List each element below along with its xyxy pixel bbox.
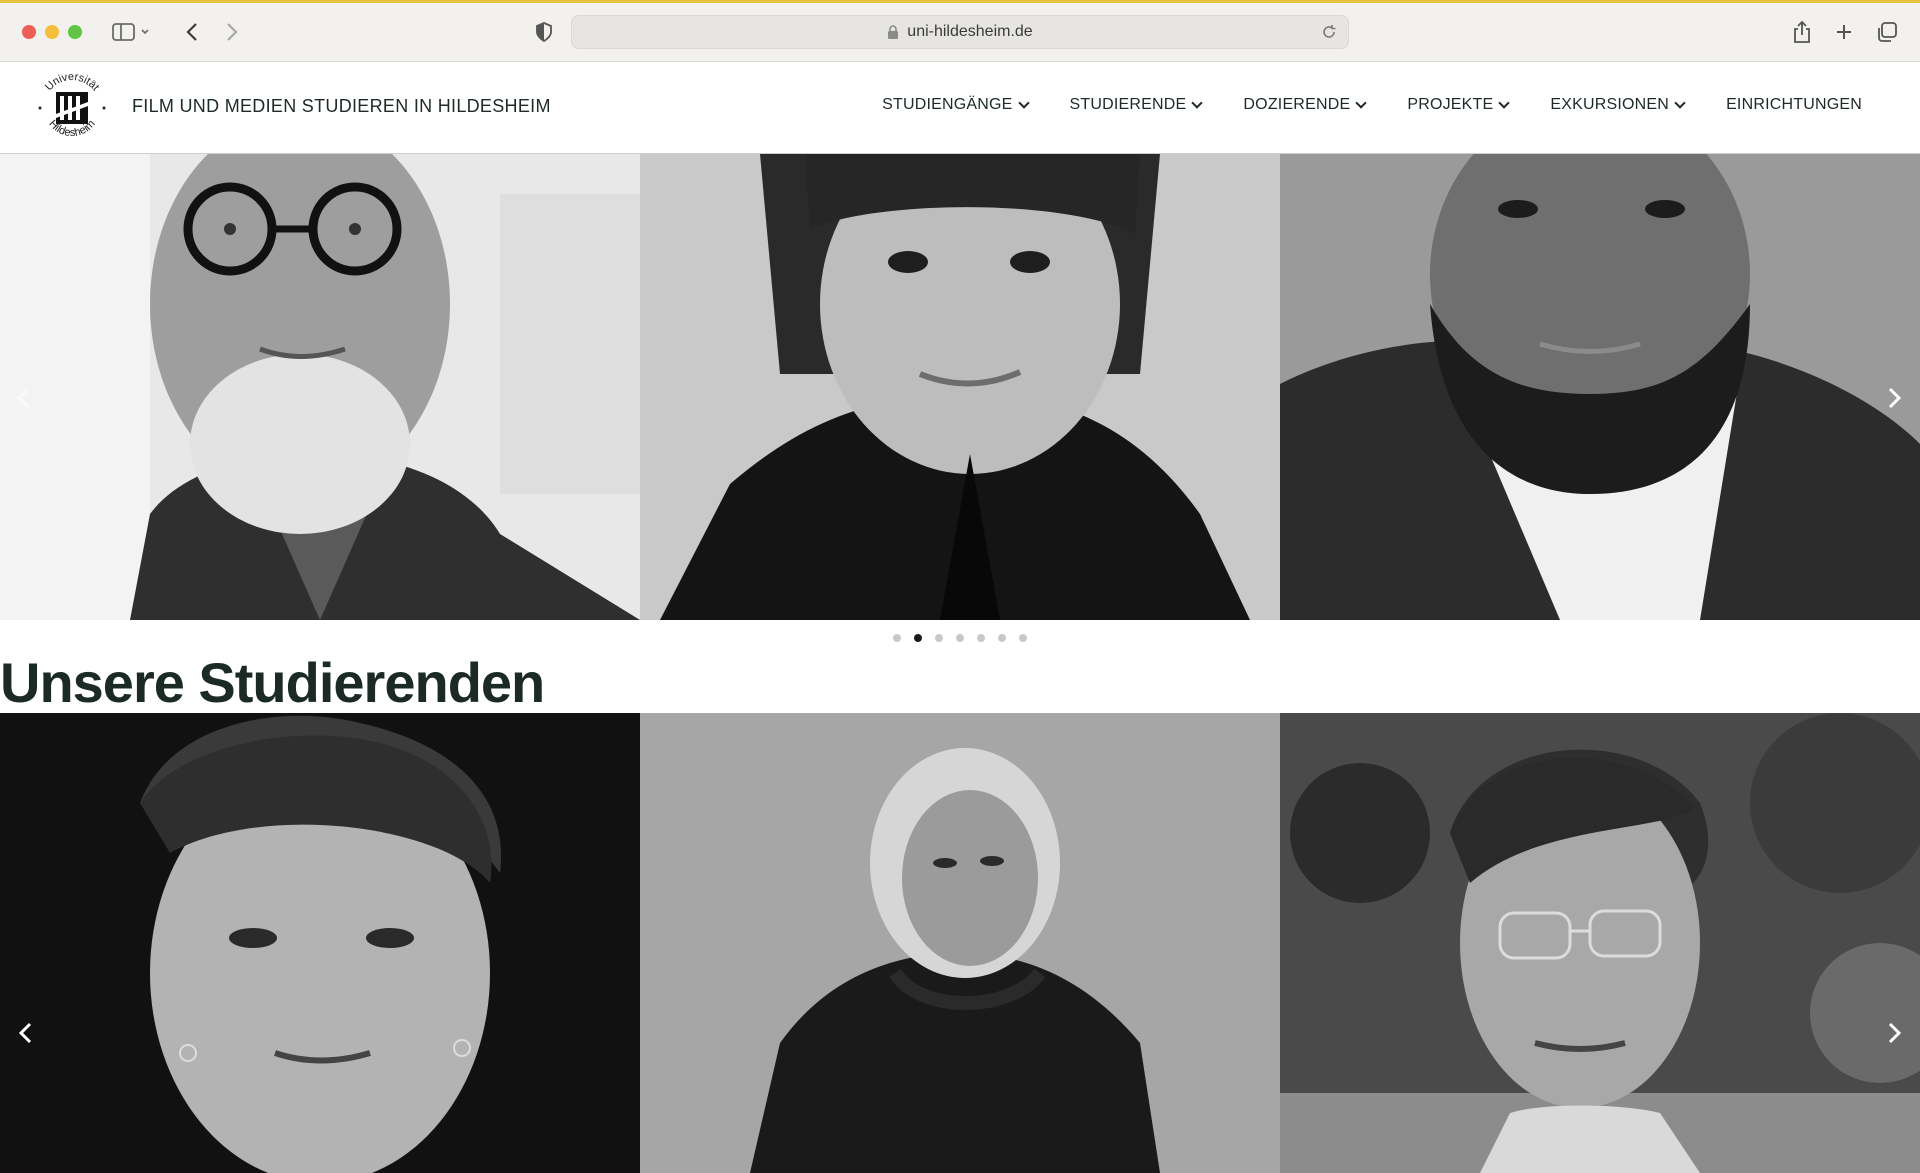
tab-overview-icon bbox=[1878, 22, 1897, 42]
students-carousel bbox=[0, 713, 1920, 1173]
chevron-left-icon bbox=[186, 23, 197, 41]
university-logo[interactable]: Universität Hildesheim bbox=[32, 68, 112, 148]
main-navigation: STUDIENGÄNGE STUDIERENDE DOZIERENDE PROJ… bbox=[882, 96, 1862, 114]
nav-label: DOZIERENDE bbox=[1243, 96, 1351, 113]
tab-overview-button[interactable] bbox=[1874, 19, 1900, 45]
site-header: Universität Hildesheim FILM UND MEDIEN S… bbox=[0, 62, 1920, 154]
sidebar-toggle-button[interactable] bbox=[110, 19, 154, 45]
carousel-indicator-7[interactable] bbox=[1019, 634, 1027, 642]
chevron-right-icon bbox=[1888, 387, 1902, 409]
reload-icon[interactable] bbox=[1320, 23, 1338, 41]
minimize-window-button[interactable] bbox=[45, 25, 59, 39]
lecturer-slide-2[interactable] bbox=[640, 154, 1280, 620]
address-bar[interactable]: uni-hildesheim.de bbox=[571, 15, 1349, 49]
share-button[interactable] bbox=[1790, 19, 1814, 45]
university-seal-icon: Universität Hildesheim bbox=[34, 70, 110, 146]
nav-item-exkursionen[interactable]: EXKURSIONEN bbox=[1550, 96, 1686, 114]
nav-item-studiengaenge[interactable]: STUDIENGÄNGE bbox=[882, 96, 1030, 114]
portrait-older-man-glasses-beard bbox=[0, 154, 640, 620]
lecturer-slide-1[interactable] bbox=[0, 154, 640, 620]
students-next-arrow[interactable] bbox=[1882, 1021, 1906, 1045]
lecturers-carousel bbox=[0, 154, 1920, 620]
carousel-indicator-1[interactable] bbox=[893, 634, 901, 642]
chevron-right-icon bbox=[1888, 1022, 1902, 1044]
back-button[interactable] bbox=[180, 19, 204, 45]
lecturer-slide-3[interactable] bbox=[1280, 154, 1920, 620]
privacy-report-button[interactable] bbox=[532, 19, 556, 45]
new-tab-button[interactable] bbox=[1832, 19, 1856, 45]
chevron-down-icon bbox=[1191, 96, 1204, 109]
portrait-man-beard-suit bbox=[1280, 154, 1920, 620]
carousel-indicator-2[interactable] bbox=[914, 634, 922, 642]
nav-item-projekte[interactable]: PROJEKTE bbox=[1407, 96, 1511, 114]
lecturers-carousel-indicators bbox=[0, 634, 1920, 642]
nav-label: STUDIERENDE bbox=[1069, 96, 1187, 113]
carousel-indicator-4[interactable] bbox=[956, 634, 964, 642]
portrait-young-woman-hoodie bbox=[640, 713, 1280, 1173]
students-prev-arrow[interactable] bbox=[14, 1021, 38, 1045]
portrait-young-man-earrings bbox=[0, 713, 640, 1173]
nav-item-einrichtungen[interactable]: EINRICHTUNGEN bbox=[1726, 96, 1862, 114]
nav-label: EXKURSIONEN bbox=[1550, 96, 1670, 113]
window-controls bbox=[22, 25, 82, 39]
sidebar-icon bbox=[112, 23, 149, 41]
student-slide-3[interactable] bbox=[1280, 713, 1920, 1173]
lecturers-prev-arrow[interactable] bbox=[12, 386, 36, 410]
chevron-down-icon bbox=[1355, 96, 1367, 109]
lecturers-next-arrow[interactable] bbox=[1882, 386, 1906, 410]
forward-button[interactable] bbox=[220, 19, 244, 45]
shield-icon bbox=[536, 22, 552, 42]
chevron-down-icon bbox=[1498, 96, 1511, 109]
nav-label: EINRICHTUNGEN bbox=[1726, 96, 1862, 113]
nav-label: STUDIENGÄNGE bbox=[882, 96, 1013, 113]
nav-item-dozierende[interactable]: DOZIERENDE bbox=[1243, 96, 1367, 114]
share-icon bbox=[1794, 20, 1810, 43]
chevron-left-icon bbox=[18, 1022, 32, 1044]
carousel-indicator-5[interactable] bbox=[977, 634, 985, 642]
plus-icon bbox=[1837, 25, 1851, 39]
portrait-woman-bangs bbox=[640, 154, 1280, 620]
chevron-down-icon bbox=[1674, 96, 1686, 109]
site-title[interactable]: FILM UND MEDIEN STUDIEREN IN HILDESHEIM bbox=[132, 96, 551, 117]
portrait-young-man-glasses bbox=[1280, 713, 1920, 1173]
nav-label: PROJEKTE bbox=[1407, 96, 1494, 113]
carousel-indicator-3[interactable] bbox=[935, 634, 943, 642]
url-text: uni-hildesheim.de bbox=[907, 23, 1033, 40]
close-window-button[interactable] bbox=[22, 25, 36, 39]
nav-item-studierende[interactable]: STUDIERENDE bbox=[1069, 96, 1204, 114]
chevron-right-icon bbox=[227, 23, 238, 41]
chevron-left-icon bbox=[16, 387, 30, 409]
maximize-window-button[interactable] bbox=[68, 25, 82, 39]
lock-icon bbox=[888, 24, 899, 39]
chevron-down-icon bbox=[1017, 96, 1030, 109]
carousel-indicator-6[interactable] bbox=[998, 634, 1006, 642]
student-slide-1[interactable] bbox=[0, 713, 640, 1173]
section-heading-students: Unsere Studierenden bbox=[0, 651, 545, 714]
browser-toolbar: uni-hildesheim.de bbox=[0, 0, 1920, 62]
student-slide-2[interactable] bbox=[640, 713, 1280, 1173]
